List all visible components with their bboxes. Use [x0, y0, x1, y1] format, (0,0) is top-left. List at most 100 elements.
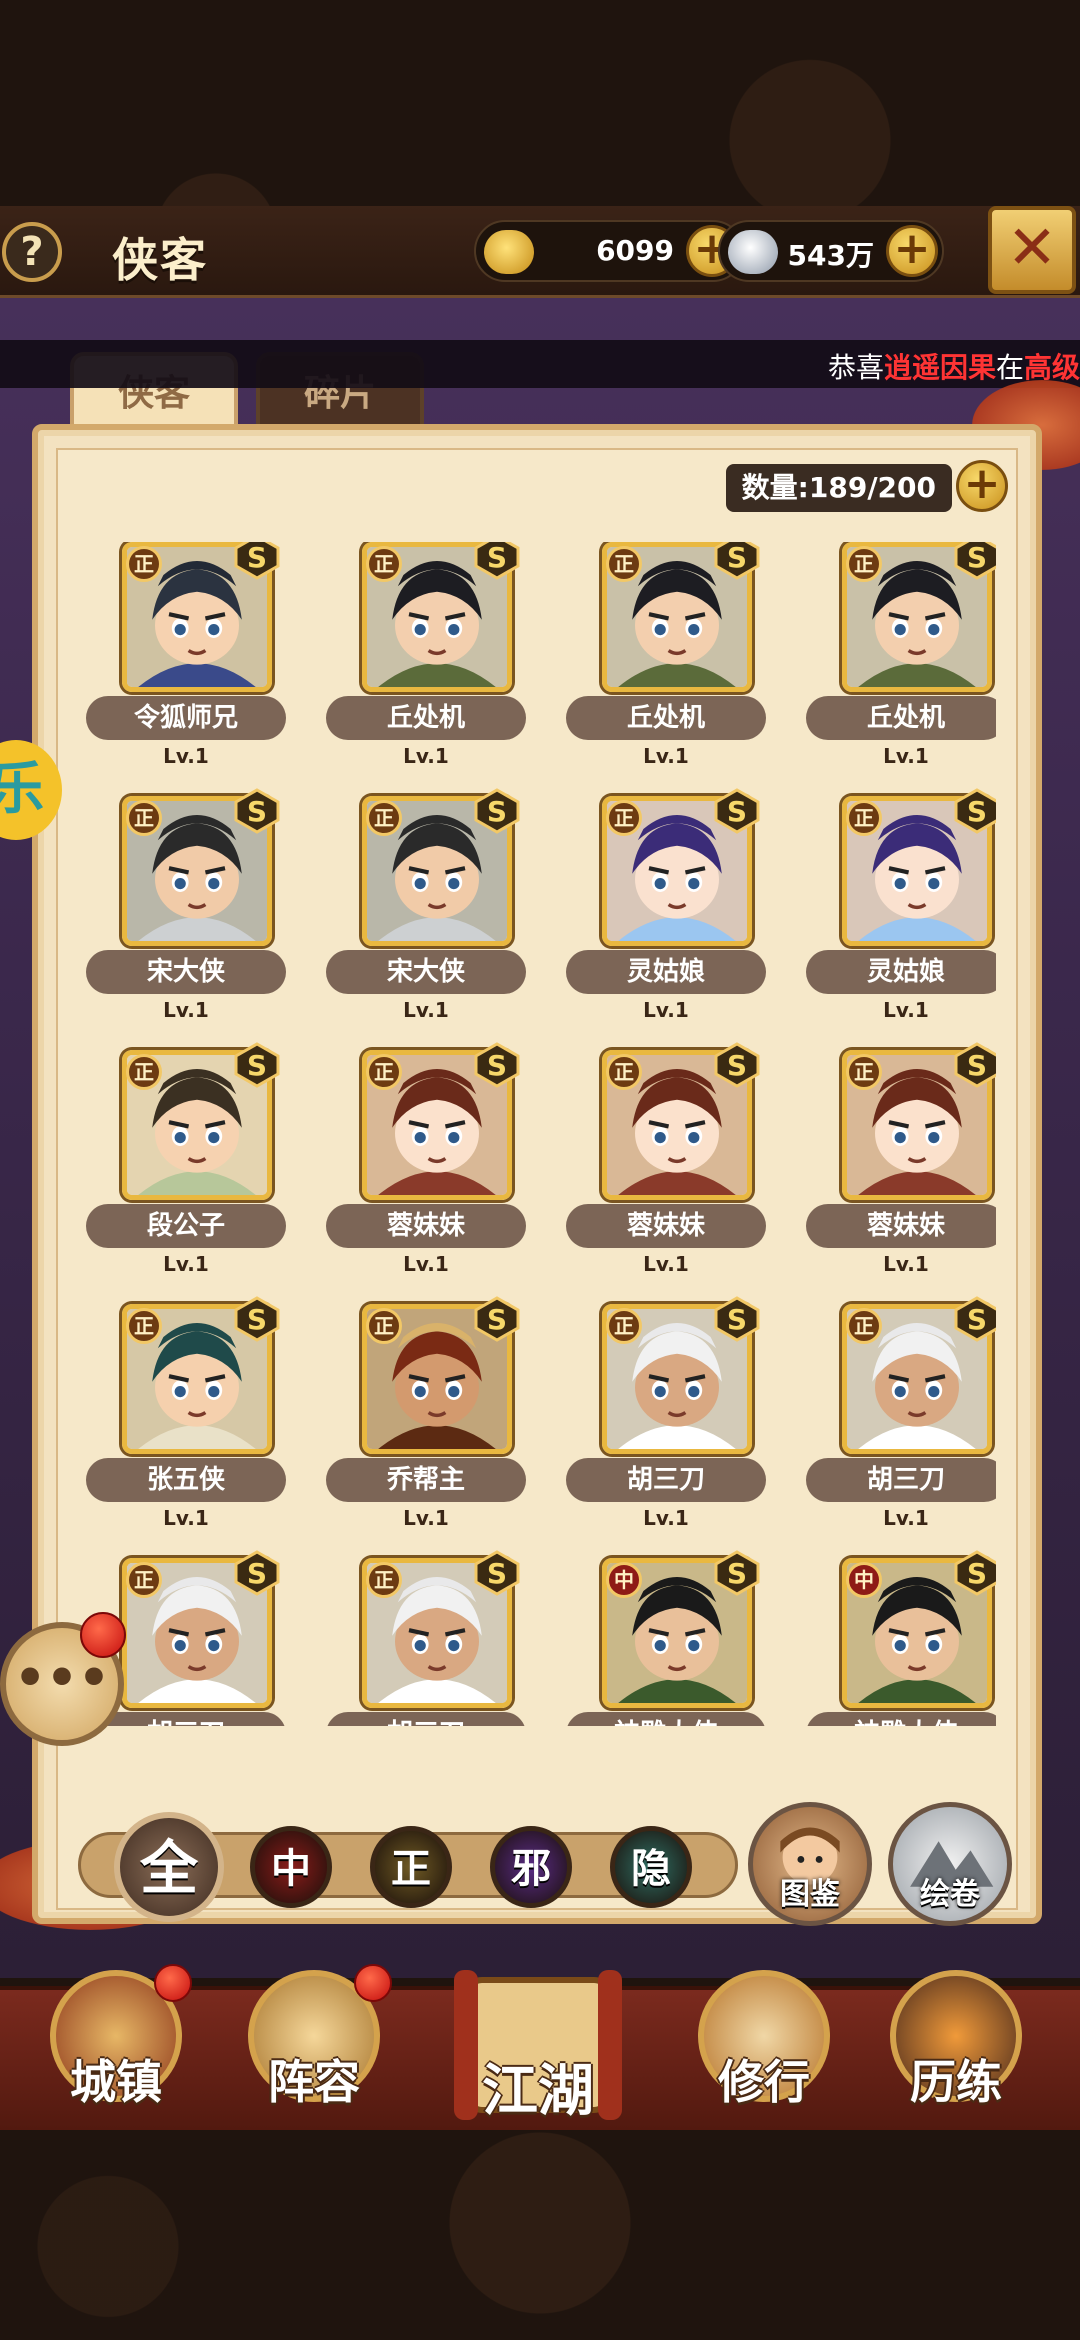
hero-level: Lv.1 [883, 1506, 929, 1530]
hero-card[interactable]: 中 S 神雕大侠 [566, 1550, 766, 1726]
faction-badge: 正 [366, 1054, 402, 1090]
rank-s-icon: S [474, 1550, 520, 1596]
silver-ingot-icon [728, 230, 778, 274]
nav-trials-label: 历练 [910, 2055, 1002, 2109]
hero-card[interactable]: 正 S 胡三刀 Lv.1 [566, 1296, 766, 1548]
hero-card[interactable]: 正 S 胡三刀 [326, 1550, 526, 1726]
nav-trials[interactable]: 历练 [884, 1970, 1028, 2120]
svg-text:S: S [727, 542, 747, 574]
faction-badge: 正 [366, 546, 402, 582]
rank-s-icon: S [714, 542, 760, 580]
hero-name: 蓉妹妹 [806, 1204, 996, 1248]
hero-name: 蓉妹妹 [566, 1204, 766, 1248]
svg-text:S: S [967, 795, 987, 828]
hero-level: Lv.1 [163, 744, 209, 768]
hero-name: 胡三刀 [566, 1458, 766, 1502]
faction-badge: 正 [846, 1308, 882, 1344]
faction-badge: 正 [366, 1562, 402, 1598]
hero-panel-inner: 数量:189/200 + 正 S 令狐师兄 Lv.1 正 S 丘处机 Lv.1 正 S 丘处机 Lv.… [56, 448, 1018, 1926]
hero-level: Lv.1 [403, 744, 449, 768]
hero-name: 令狐师兄 [86, 696, 286, 740]
hero-card[interactable]: 正 S 丘处机 Lv.1 [326, 542, 526, 786]
faction-badge: 正 [126, 546, 162, 582]
nav-jianghu[interactable]: 江湖 [448, 1950, 628, 2140]
rank-s-icon: S [714, 1550, 760, 1596]
hero-name: 神雕大侠 [566, 1712, 766, 1726]
hero-card[interactable]: 正 S 胡三刀 Lv.1 [806, 1296, 996, 1548]
svg-text:S: S [247, 1049, 267, 1082]
rank-s-icon: S [714, 1296, 760, 1342]
hero-name: 丘处机 [326, 696, 526, 740]
rank-s-icon: S [954, 1296, 996, 1342]
svg-text:S: S [487, 1303, 507, 1336]
rank-s-icon: S [474, 1042, 520, 1088]
town-notification-dot [154, 1964, 192, 2002]
hero-name: 宋大侠 [86, 950, 286, 994]
hero-level: Lv.1 [403, 1506, 449, 1530]
filter-all-button[interactable]: 全 [114, 1812, 224, 1922]
chat-notification-dot [80, 1612, 126, 1658]
hero-name: 张五侠 [86, 1458, 286, 1502]
hero-card[interactable]: 正 S 灵姑娘 Lv.1 [806, 788, 996, 1040]
expand-capacity-button[interactable]: + [956, 460, 1008, 512]
hero-card[interactable]: 正 S 灵姑娘 Lv.1 [566, 788, 766, 1040]
gold-amount: 6099 [596, 234, 674, 267]
hero-level: Lv.1 [883, 998, 929, 1022]
hero-name: 胡三刀 [806, 1458, 996, 1502]
hero-card[interactable]: 正 S 丘处机 Lv.1 [806, 542, 996, 786]
svg-text:S: S [487, 795, 507, 828]
hero-card[interactable]: 正 S 乔帮主 Lv.1 [326, 1296, 526, 1548]
lineup-notification-dot [354, 1964, 392, 2002]
faction-badge: 正 [366, 800, 402, 836]
filter-zhong-button[interactable]: 中 [250, 1826, 332, 1908]
faction-badge: 正 [606, 1308, 642, 1344]
faction-badge: 正 [126, 1562, 162, 1598]
faction-badge: 正 [846, 546, 882, 582]
hero-level: Lv.1 [883, 744, 929, 768]
svg-text:S: S [967, 1557, 987, 1590]
ticker-player-name: 逍遥因果 [883, 351, 996, 384]
hero-level: Lv.1 [163, 1506, 209, 1530]
filter-xie-button[interactable]: 邪 [490, 1826, 572, 1908]
hero-level: Lv.1 [883, 1252, 929, 1276]
hero-level: Lv.1 [643, 1252, 689, 1276]
svg-text:S: S [247, 1303, 267, 1336]
rank-s-icon: S [954, 1042, 996, 1088]
hero-name: 丘处机 [806, 696, 996, 740]
close-button[interactable]: ✕ [988, 206, 1076, 294]
nav-training[interactable]: 修行 [692, 1970, 836, 2120]
rank-s-icon: S [954, 542, 996, 580]
svg-text:S: S [727, 1303, 747, 1336]
rank-s-icon: S [234, 542, 280, 580]
rank-s-icon: S [474, 542, 520, 580]
hero-card[interactable]: 正 S 宋大侠 Lv.1 [86, 788, 286, 1040]
hero-name: 胡三刀 [326, 1712, 526, 1726]
hero-card[interactable]: 正 S 丘处机 Lv.1 [566, 542, 766, 786]
svg-text:S: S [247, 795, 267, 828]
hero-card[interactable]: 正 S 蓉妹妹 Lv.1 [806, 1042, 996, 1294]
gold-currency: 6099 + [474, 220, 744, 282]
scroll-gallery-button[interactable]: 绘卷 [888, 1802, 1012, 1926]
filter-zheng-button[interactable]: 正 [370, 1826, 452, 1908]
svg-text:S: S [967, 542, 987, 574]
rank-s-icon: S [954, 1550, 996, 1596]
hero-count: 数量:189/200 [725, 464, 952, 512]
codex-button[interactable]: 图鉴 [748, 1802, 872, 1926]
chat-bubble-icon: ••• [14, 1649, 110, 1707]
hero-card[interactable]: 正 S 段公子 Lv.1 [86, 1042, 286, 1294]
hero-card[interactable]: 中 S 神雕大侠 [806, 1550, 996, 1726]
hero-card[interactable]: 正 S 蓉妹妹 Lv.1 [326, 1042, 526, 1294]
filter-yin-button[interactable]: 隐 [610, 1826, 692, 1908]
hero-card[interactable]: 正 S 令狐师兄 Lv.1 [86, 542, 286, 786]
help-button[interactable]: ? [2, 222, 62, 282]
faction-badge: 正 [606, 1054, 642, 1090]
hero-level: Lv.1 [643, 1506, 689, 1530]
hero-card[interactable]: 正 S 蓉妹妹 Lv.1 [566, 1042, 766, 1294]
hero-grid[interactable]: 正 S 令狐师兄 Lv.1 正 S 丘处机 Lv.1 正 S 丘处机 Lv.1 正 S 丘处机 Lv.1 正 S 宋… [86, 542, 996, 1726]
hero-card[interactable]: 正 S 宋大侠 Lv.1 [326, 788, 526, 1040]
hero-card[interactable]: 正 S 张五侠 Lv.1 [86, 1296, 286, 1548]
hero-name: 乔帮主 [326, 1458, 526, 1502]
svg-text:S: S [727, 1049, 747, 1082]
hero-name: 灵姑娘 [566, 950, 766, 994]
add-silver-button[interactable]: + [886, 225, 938, 277]
